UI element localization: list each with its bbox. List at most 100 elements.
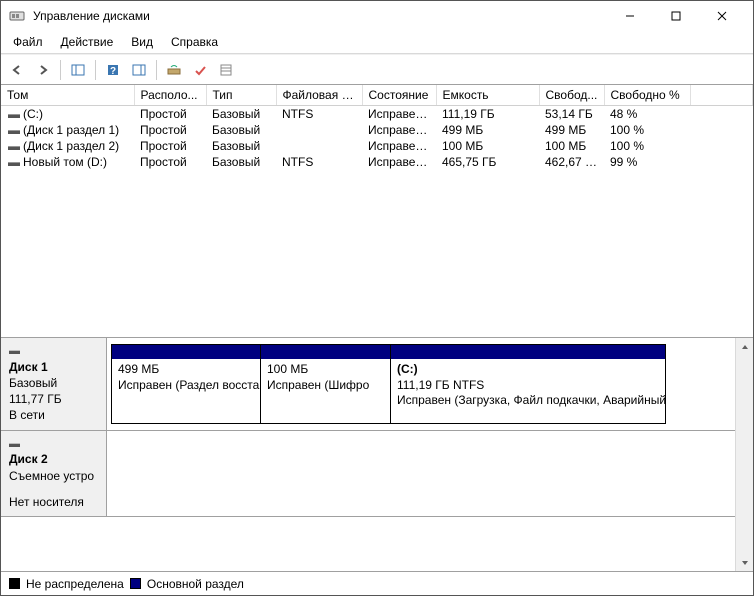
disk-layout [107,431,735,516]
table-row[interactable]: ▬(Диск 1 раздел 1) ПростойБазовый Исправен… [1,122,753,138]
volume-name: (Диск 1 раздел 1) [23,123,119,137]
disk-type: Съемное устро [9,468,98,484]
cell-free-pct: 48 % [604,106,690,123]
legend-label-unallocated: Не распределена [26,577,124,591]
volume-icon: ▬ [7,139,21,153]
menu-view[interactable]: Вид [123,33,161,51]
partition[interactable]: 499 МБИсправен (Раздел восста [111,344,261,424]
partition-stripe [391,345,665,359]
cell-layout: Простой [134,106,206,123]
volume-table[interactable]: Том Располо... Тип Файловая с... Состоян… [1,85,753,170]
partition[interactable]: (C:)111,19 ГБ NTFSИсправен (Загрузка, Фа… [391,344,666,424]
disk-list: ▬Диск 1Базовый111,77 ГБВ сети499 МБИспра… [1,338,735,571]
partition-size: 111,19 ГБ NTFS [397,378,659,394]
disk-row: ▬Диск 2Съемное устро Нет носителя [1,431,735,517]
titlebar: Управление дисками [1,1,753,31]
maximize-button[interactable] [653,1,699,31]
disk-info[interactable]: ▬Диск 1Базовый111,77 ГБВ сети [1,338,107,430]
disk-name: Диск 2 [9,451,98,467]
show-hide-console-tree-button[interactable] [66,58,90,82]
cell-type: Базовый [206,106,276,123]
cell-type: Базовый [206,138,276,154]
volume-icon: ▬ [7,107,21,121]
disk-icon: ▬ [9,344,98,359]
cell-status: Исправен... [362,154,436,170]
menu-help[interactable]: Справка [163,33,226,51]
legend-label-primary: Основной раздел [147,577,244,591]
disk-state: Нет носителя [9,494,98,510]
app-icon [9,8,25,24]
partition[interactable]: 100 МБИсправен (Шифро [261,344,391,424]
vertical-scrollbar[interactable] [735,338,753,571]
partition-label: (C:) [397,362,659,378]
cell-status: Исправен... [362,122,436,138]
cell-status: Исправен... [362,138,436,154]
disk-name: Диск 1 [9,359,98,375]
disk-graphical-pane: ▬Диск 1Базовый111,77 ГБВ сети499 МБИспра… [1,338,753,571]
col-free-pct[interactable]: Свободно % [604,85,690,106]
cell-capacity: 111,19 ГБ [436,106,539,123]
cell-free-pct: 99 % [604,154,690,170]
partition-stripe [112,345,260,359]
cell-layout: Простой [134,138,206,154]
cell-fs [276,138,362,154]
cell-layout: Простой [134,122,206,138]
legend-swatch-unallocated [9,578,20,589]
volume-name: (Диск 1 раздел 2) [23,139,119,153]
help-button[interactable]: ? [101,58,125,82]
col-layout[interactable]: Располо... [134,85,206,106]
volume-list-pane: Том Располо... Тип Файловая с... Состоян… [1,85,753,338]
col-fs[interactable]: Файловая с... [276,85,362,106]
col-spacer [690,85,753,106]
scroll-up-icon[interactable] [736,338,753,355]
cell-capacity: 499 МБ [436,122,539,138]
refresh-button[interactable] [162,58,186,82]
close-button[interactable] [699,1,745,31]
cell-capacity: 465,75 ГБ [436,154,539,170]
menu-action[interactable]: Действие [53,33,122,51]
menubar: Файл Действие Вид Справка [1,31,753,53]
disk-state: В сети [9,407,98,423]
table-row[interactable]: ▬(C:)ПростойБазовыйNTFSИсправен...111,19… [1,106,753,123]
col-volume[interactable]: Том [1,85,134,106]
disk-layout: 499 МБИсправен (Раздел восста100 МБИспра… [107,338,735,430]
legend-bar: Не распределена Основной раздел [1,571,753,595]
table-row[interactable]: ▬(Диск 1 раздел 2) ПростойБазовый Исправен… [1,138,753,154]
cell-free-pct: 100 % [604,122,690,138]
volume-icon: ▬ [7,155,21,169]
cell-type: Базовый [206,154,276,170]
partition-status: Исправен (Шифро [267,378,384,394]
cell-fs [276,122,362,138]
disk-row: ▬Диск 1Базовый111,77 ГБВ сети499 МБИспра… [1,338,735,431]
rescan-disks-button[interactable] [188,58,212,82]
disk-capacity: 111,77 ГБ [9,391,98,407]
cell-free: 499 МБ [539,122,604,138]
scroll-down-icon[interactable] [736,554,753,571]
table-header-row: Том Располо... Тип Файловая с... Состоян… [1,85,753,106]
partition-stripe [261,345,390,359]
action-pane-button[interactable] [127,58,151,82]
list-view-button[interactable] [214,58,238,82]
volume-name: (C:) [23,107,43,121]
partition-status: Исправен (Загрузка, Файл подкачки, Авари… [397,393,659,409]
volume-icon: ▬ [7,123,21,137]
col-status[interactable]: Состояние [362,85,436,106]
cell-layout: Простой [134,154,206,170]
minimize-button[interactable] [607,1,653,31]
disk-info[interactable]: ▬Диск 2Съемное устро Нет носителя [1,431,107,516]
partition-size: 100 МБ [267,362,384,378]
cell-free-pct: 100 % [604,138,690,154]
content-area: Том Располо... Тип Файловая с... Состоян… [1,84,753,595]
menu-file[interactable]: Файл [5,33,51,51]
svg-text:?: ? [110,66,116,77]
disk-icon: ▬ [9,437,98,452]
col-capacity[interactable]: Емкость [436,85,539,106]
table-row[interactable]: ▬Новый том (D:)ПростойБазовыйNTFSИсправе… [1,154,753,170]
col-type[interactable]: Тип [206,85,276,106]
cell-type: Базовый [206,122,276,138]
volume-name: Новый том (D:) [23,155,107,169]
col-free[interactable]: Свобод... [539,85,604,106]
forward-button[interactable] [31,58,55,82]
back-button[interactable] [5,58,29,82]
cell-free: 100 МБ [539,138,604,154]
